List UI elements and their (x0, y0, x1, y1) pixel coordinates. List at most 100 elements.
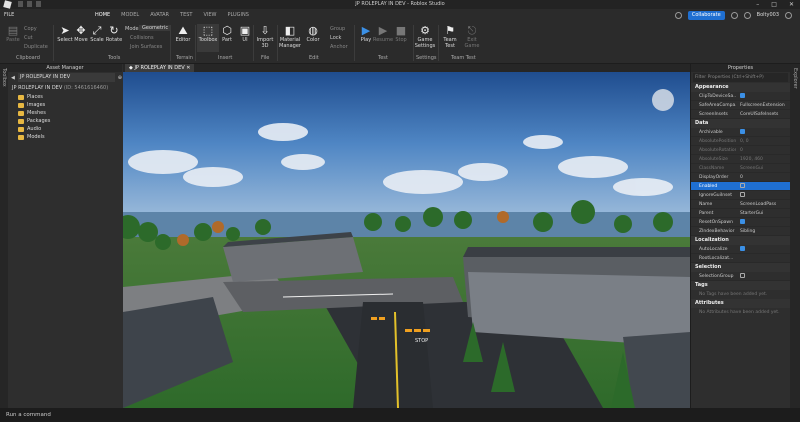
tab-avatar[interactable]: AVATAR (150, 9, 169, 23)
rotate-icon: ↻ (109, 24, 119, 37)
property-row[interactable]: IgnoreGuiInset (691, 191, 790, 200)
tab-test[interactable]: TEST (180, 9, 192, 23)
help-icon[interactable] (785, 12, 792, 19)
duplicate-button[interactable]: Duplicate (24, 44, 48, 50)
folder-icon (18, 118, 24, 124)
list-item[interactable]: Places (8, 93, 122, 101)
explorer-side-tab[interactable]: Explorer (792, 68, 798, 89)
collaborate-button[interactable]: Collaborate (687, 11, 725, 20)
username[interactable]: Bolty003 (757, 9, 779, 22)
checkbox[interactable] (740, 129, 745, 134)
join-surfaces-toggle[interactable]: Join Surfaces (130, 44, 162, 50)
copy-button[interactable]: Copy (24, 26, 37, 32)
property-row[interactable]: ScreenInsets CoreUISafeInsets (691, 110, 790, 119)
toolbox-side-tab[interactable]: Toolbox (1, 68, 7, 87)
tab-home[interactable]: HOME (95, 9, 111, 23)
list-item[interactable]: Images (8, 101, 122, 109)
property-row[interactable]: ClipToDeviceSa... (691, 92, 790, 101)
properties-filter-input[interactable]: Filter Properties (Ctrl+Shift+P) (693, 73, 788, 82)
command-bar-input[interactable]: Run a command (0, 408, 800, 422)
import-3d-button[interactable]: ⇩ Import 3D (254, 24, 276, 52)
group-button[interactable]: Group (330, 26, 345, 32)
stop-button[interactable]: ■ Stop (390, 24, 412, 52)
section-tags[interactable]: Tags (691, 281, 790, 290)
minimize-icon[interactable]: – (756, 0, 759, 9)
property-row[interactable]: ClassName ScreenGui (691, 164, 790, 173)
checkbox[interactable] (740, 192, 745, 197)
tab-model[interactable]: MODEL (121, 9, 139, 23)
team-test-button[interactable]: ⚑ Team Test (439, 24, 461, 52)
color-button[interactable]: ◍ Color (302, 24, 324, 52)
mode-dropdown[interactable]: Geometric (139, 25, 172, 31)
resume-icon: ▶ (378, 24, 388, 37)
section-appearance[interactable]: Appearance (691, 83, 790, 92)
property-row[interactable]: Name ScreenLoadPass (691, 200, 790, 209)
terrain-editor-button[interactable]: ⛰ Editor (172, 24, 194, 52)
paste-button[interactable]: ▤ Paste (2, 24, 24, 52)
close-tab-icon[interactable]: ✕ (185, 65, 190, 71)
property-row[interactable]: SelectionGroup (691, 272, 790, 281)
share-icon[interactable] (674, 12, 682, 19)
3d-viewport[interactable]: STOP (123, 72, 690, 408)
tab-view[interactable]: VIEW (203, 9, 216, 23)
property-row[interactable]: AbsoluteRotation 0 (691, 146, 790, 155)
file-menu[interactable]: FILE (4, 9, 14, 22)
settings-group-label: Settings (416, 55, 437, 61)
checkbox[interactable] (740, 93, 745, 98)
notifications-icon[interactable] (730, 12, 738, 19)
section-data[interactable]: Data (691, 119, 790, 128)
game-settings-button[interactable]: ⚙ Game Settings (414, 24, 436, 52)
section-selection[interactable]: Selection (691, 263, 790, 272)
list-item[interactable]: Models (8, 133, 122, 141)
section-localization[interactable]: Localization (691, 236, 790, 245)
cut-button[interactable]: Cut (24, 35, 33, 41)
anchor-button[interactable]: Anchor (330, 44, 348, 50)
property-row[interactable]: Archivable (691, 128, 790, 137)
property-row[interactable]: AutoLocalize (691, 245, 790, 254)
tab-plugins[interactable]: PLUGINS (227, 9, 248, 23)
property-row[interactable]: SafeAreaCompa... FullscreenExtension (691, 101, 790, 110)
ui-icon: ▣ (239, 24, 251, 37)
property-row[interactable]: RootLocalizat... (691, 254, 790, 263)
scale-icon: ⤢ (92, 24, 102, 37)
clipboard-group-label: Clipboard (16, 55, 40, 61)
cursor-icon: ➤ (60, 24, 70, 37)
list-item[interactable]: Packages (8, 117, 122, 125)
game-scene[interactable]: STOP (123, 72, 690, 408)
view-selector-icon[interactable] (652, 89, 674, 111)
checkbox[interactable] (740, 246, 745, 251)
menu-bar: FILE HOME MODEL AVATAR TEST VIEW PLUGINS… (0, 9, 800, 23)
property-row[interactable]: DisplayOrder 0 (691, 173, 790, 182)
checkbox[interactable] (740, 219, 745, 224)
exit-game-button[interactable]: ⎋ Exit Game (461, 24, 483, 52)
asset-selector[interactable]: JP ROLEPLAY IN DEV (17, 73, 115, 82)
test-group-label: Test (378, 55, 388, 61)
checkbox[interactable] (740, 273, 745, 278)
list-item[interactable]: Meshes (8, 109, 122, 117)
material-manager-button[interactable]: ◧ Material Manager (278, 24, 302, 52)
collisions-toggle[interactable]: Collisions (130, 35, 154, 41)
add-icon[interactable]: ⊕ (118, 75, 122, 81)
property-row[interactable]: AbsolutePosition 0, 0 (691, 137, 790, 146)
avatar[interactable] (743, 12, 751, 19)
folder-icon (18, 94, 24, 100)
tab-place[interactable]: ◆ JP ROLEPLAY IN DEV ✕ (125, 64, 195, 72)
gear-icon: ⚙ (420, 24, 430, 37)
tags-note: No Tags have been added yet. (699, 292, 768, 297)
close-icon[interactable]: ✕ (789, 0, 794, 9)
list-item[interactable]: Audio (8, 125, 122, 133)
lock-button[interactable]: Lock (330, 35, 341, 41)
property-row[interactable]: AbsoluteSize 1920, 460 (691, 155, 790, 164)
maximize-icon[interactable]: □ (771, 0, 777, 9)
back-icon[interactable]: ◀ (11, 75, 15, 81)
property-row[interactable]: Parent StarterGui (691, 209, 790, 218)
properties-panel: Properties Filter Properties (Ctrl+Shift… (690, 64, 790, 408)
checkbox[interactable] (740, 183, 745, 188)
menu-right: Collaborate Bolty003 (674, 9, 792, 22)
section-attributes[interactable]: Attributes (691, 299, 790, 308)
asset-row: ◀ JP ROLEPLAY IN DEV ⊕ (8, 72, 122, 83)
property-row[interactable]: ZIndexBehavior Sibling (691, 227, 790, 236)
property-row-selected[interactable]: Enabled (691, 182, 790, 191)
property-row[interactable]: ResetOnSpawn (691, 218, 790, 227)
rotate-tool-button[interactable]: ↻ Rotate (103, 24, 125, 52)
